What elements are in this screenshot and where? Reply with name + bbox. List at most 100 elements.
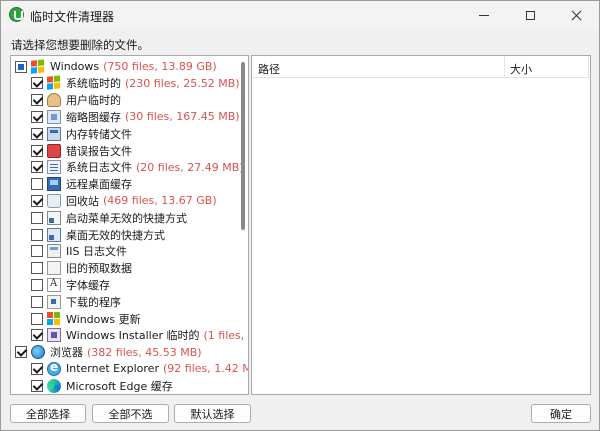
tree-item-label: 内存转储文件 <box>66 127 132 141</box>
tree-item-user-temp[interactable]: 用户临时的 <box>31 92 121 109</box>
app-logo-icon <box>9 7 24 22</box>
tree-item-error-report[interactable]: 错误报告文件 <box>31 142 132 159</box>
tree-item-label: 浏览器 <box>50 346 83 360</box>
minimize-button[interactable] <box>461 1 507 29</box>
checkbox[interactable] <box>31 312 43 325</box>
column-header-path[interactable]: 路径 <box>258 61 280 77</box>
checkbox[interactable] <box>31 262 43 275</box>
tree-item-label: Windows 更新 <box>66 312 141 326</box>
checkbox[interactable] <box>31 362 43 375</box>
checkbox[interactable] <box>31 379 43 392</box>
ok-button[interactable]: 确定 <box>531 404 591 423</box>
tree-item-ie[interactable]: Internet Explorer(92 files, 1.42 MB) <box>31 360 248 377</box>
checkbox[interactable] <box>31 161 43 174</box>
tree-item-installer-temp[interactable]: Windows Installer 临时的(1 files, 0 B) <box>31 327 248 344</box>
tree-item-mem-dump[interactable]: 内存转储文件 <box>31 125 132 142</box>
prefetch-icon <box>47 261 61 276</box>
tree-item-sys-log[interactable]: 系统日志文件 (20 files, 27.49 MB) <box>31 159 244 176</box>
tree-item-startmenu-shortcuts[interactable]: 启动菜单无效的快捷方式 <box>31 209 187 226</box>
checkbox[interactable] <box>31 94 43 107</box>
checkbox[interactable] <box>31 278 43 291</box>
tree-item-sys-temp[interactable]: 系统临时的 (230 files, 25.52 MB) <box>31 75 240 92</box>
tree-item-label: 回收站 <box>66 194 99 208</box>
file-list[interactable]: 路径 大小 <box>251 55 591 395</box>
tree-item-label: 用户临时的 <box>66 94 121 108</box>
tree-item-thumb-cache[interactable]: 缩略图缓存 (30 files, 167.45 MB) <box>31 108 240 125</box>
checkbox[interactable] <box>31 194 43 207</box>
tree-item-label: 字体缓存 <box>66 278 110 292</box>
checkbox[interactable] <box>31 211 43 224</box>
close-button[interactable] <box>553 1 599 29</box>
tree-item-label: 缩略图缓存 <box>66 110 121 124</box>
tree-item-remote-desktop[interactable]: 远程桌面缓存 <box>31 176 132 193</box>
recycle-bin-icon <box>47 193 61 208</box>
tree-item-label: 系统临时的 <box>66 77 121 91</box>
tree-item-recycle-bin[interactable]: 回收站 (469 files, 13.67 GB) <box>31 192 217 209</box>
tree-item-label: Internet Explorer <box>66 362 159 376</box>
tree-item-iis-log[interactable]: IIS 日志文件 <box>31 243 127 260</box>
tree-scrollbar[interactable] <box>239 57 247 393</box>
checkbox[interactable] <box>31 228 43 241</box>
iis-log-icon <box>47 244 61 259</box>
category-tree[interactable]: Windows (750 files, 13.89 GB) 系统临时的 (230 fi… <box>10 55 249 395</box>
shortcut-icon <box>47 210 61 225</box>
globe-icon <box>31 345 45 360</box>
maximize-button[interactable] <box>507 1 553 29</box>
checkbox[interactable] <box>31 110 43 123</box>
tree-item-font-cache[interactable]: 字体缓存 <box>31 276 110 293</box>
installer-icon <box>47 328 61 343</box>
user-icon <box>47 93 61 108</box>
font-icon <box>47 277 61 292</box>
tree-item-label: 桌面无效的快捷方式 <box>66 228 165 242</box>
checkbox[interactable] <box>31 144 43 157</box>
tree-item-downloaded-programs[interactable]: 下载的程序 <box>31 293 121 310</box>
tree-item-stats: (469 files, 13.67 GB) <box>103 194 217 208</box>
tree-item-label: Windows <box>50 60 100 73</box>
checkbox[interactable] <box>31 77 43 90</box>
tree-item-label: Windows Installer 临时的 <box>66 329 200 343</box>
checkbox[interactable] <box>31 245 43 258</box>
column-divider[interactable] <box>504 56 505 78</box>
checkbox[interactable] <box>31 178 43 191</box>
checkbox[interactable] <box>31 295 43 308</box>
file-list-header: 路径 大小 <box>252 56 590 78</box>
column-header-size[interactable]: 大小 <box>510 61 532 77</box>
instruction-text: 请选择您想要删除的文件。 <box>11 38 149 52</box>
default-select-button[interactable]: 默认选择 <box>174 404 251 423</box>
title-bar[interactable]: 临时文件清理器 <box>1 1 599 29</box>
edge-icon <box>47 378 61 393</box>
column-divider[interactable] <box>588 56 589 78</box>
thumbnail-icon <box>47 109 61 124</box>
tree-item-windows[interactable]: Windows (750 files, 13.89 GB) <box>15 58 217 75</box>
tree-item-label: 启动菜单无效的快捷方式 <box>66 211 187 225</box>
tree-item-windows-update[interactable]: Windows 更新 <box>31 310 141 327</box>
tree-item-label: 旧的预取数据 <box>66 262 132 276</box>
internet-explorer-icon <box>47 360 61 376</box>
memory-icon <box>47 126 61 141</box>
download-icon <box>47 294 61 309</box>
select-none-button[interactable]: 全部不选 <box>92 404 169 423</box>
tree-item-old-prefetch[interactable]: 旧的预取数据 <box>31 260 132 277</box>
windows-logo-icon <box>31 58 45 75</box>
desktop-shortcut-icon <box>47 227 61 242</box>
tree-item-edge-cache[interactable]: Microsoft Edge 缓存 <box>31 377 173 394</box>
window-title: 临时文件清理器 <box>30 10 115 24</box>
checkbox[interactable] <box>31 329 43 342</box>
tree-item-stats: (20 files, 27.49 MB) <box>136 160 244 174</box>
tree-item-browsers[interactable]: 浏览器 (382 files, 45.53 MB) <box>15 344 202 361</box>
select-all-button[interactable]: 全部选择 <box>10 404 86 423</box>
tree-item-desktop-shortcuts[interactable]: 桌面无效的快捷方式 <box>31 226 165 243</box>
close-icon <box>571 10 582 21</box>
checkbox[interactable] <box>31 127 43 140</box>
tree-item-stats: (92 files, 1.42 MB) <box>162 362 248 376</box>
tree-item-label: 下载的程序 <box>66 295 121 309</box>
checkbox[interactable] <box>15 346 27 359</box>
tree-item-label: 错误报告文件 <box>66 144 132 158</box>
tree-item-stats: (230 files, 25.52 MB) <box>125 76 240 90</box>
tree-item-label: 系统日志文件 <box>66 161 132 175</box>
tree-item-stats: (382 files, 45.53 MB) <box>87 345 202 359</box>
tree-item-stats: (30 files, 167.45 MB) <box>125 110 240 124</box>
tree-scrollbar-thumb[interactable] <box>241 62 245 230</box>
tree-item-stats: (750 files, 13.89 GB) <box>103 60 217 73</box>
checkbox[interactable] <box>15 60 27 73</box>
